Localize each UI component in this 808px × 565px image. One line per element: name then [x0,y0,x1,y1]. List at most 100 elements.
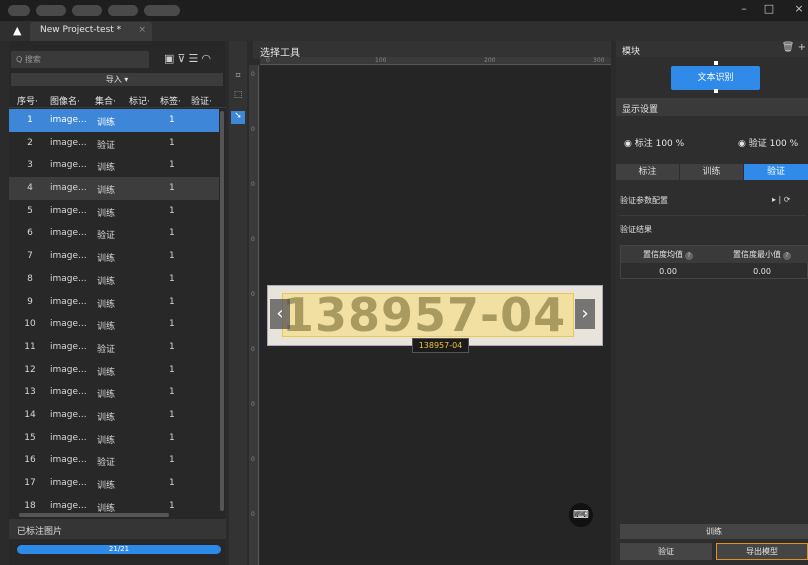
table-row[interactable]: 3 image... 训练 1 [9,154,219,177]
project-tab[interactable]: New Project-test * × [30,22,152,41]
col-label[interactable]: 标签· [160,94,181,107]
ruler-tick: 300 [593,57,605,64]
annotation-visibility[interactable]: ◉ 标注 100 % [624,136,684,149]
export-model-button[interactable]: 导出模型 [716,543,808,560]
verify-visibility[interactable]: ◉ 验证 100 % [738,136,798,149]
col-index[interactable]: 序号· [17,94,38,107]
table-row[interactable]: 6 image... 验证 1 [9,222,219,245]
vertical-scrollbar[interactable] [220,111,224,511]
eye-icon[interactable]: ◉ [624,139,632,149]
table-row[interactable]: 1 image... 训练 1 [9,109,219,132]
close-button[interactable]: × [792,2,806,15]
zoom-fit-icon[interactable]: ⌗ [231,71,245,84]
cell-set: 验证 [97,231,116,242]
labeled-progress-bar: 21/21 [17,545,221,554]
cell-name: image... [50,205,87,216]
table-row[interactable]: 17 image... 训练 1 [9,472,219,495]
table-row[interactable]: 5 image... 训练 1 [9,200,219,223]
tab-train[interactable]: 训练 [680,164,743,180]
cell-name: image... [50,387,87,398]
verify-result-label: 验证结果 [620,225,652,234]
train-button[interactable]: 训练 [620,524,808,539]
table-row[interactable]: 14 image... 训练 1 [9,404,219,427]
ruler-tick: 0 [251,291,255,298]
table-row[interactable]: 2 image... 验证 1 [9,132,219,155]
cell-tag: 1 [169,319,175,330]
verify-result-table: 置信度均值? 置信度最小值? 0.00 0.00 [620,245,808,279]
cell-name: image... [50,341,87,352]
verify-button[interactable]: 验证 [620,543,712,560]
col-verify[interactable]: 验证· [191,94,212,107]
table-row[interactable]: 4 image... 训练 1 [9,177,219,200]
home-icon[interactable]: ▲ [13,24,21,37]
table-row[interactable]: 11 image... 验证 1 [9,336,219,359]
help-icon[interactable]: ? [783,252,791,260]
col-set[interactable]: 集合· [95,94,116,107]
menu-placeholder-1[interactable] [8,5,30,16]
menu-placeholder-4[interactable] [108,5,138,16]
cell-n: 10 [24,319,36,330]
tab-close-icon[interactable]: × [138,25,146,35]
cell-set: 训练 [97,276,116,287]
add-icon[interactable]: + [798,42,806,53]
select-tool-icon[interactable]: ➘ [231,111,245,124]
menu-placeholder-3[interactable] [72,5,102,16]
tool-strip: ⌗ ⬚ ➘ [229,41,247,565]
cell-n: 4 [27,183,33,194]
filter-icon[interactable]: ⊽ [177,52,188,65]
expand-arrow-icon[interactable]: ▸ | ⟳ [772,195,791,204]
headset-icon[interactable]: ◠ [201,52,214,65]
image-canvas[interactable]: 138957-04 ‹ › 138957-04 ⌨ [260,66,611,565]
list-icon[interactable]: ☰ [188,52,201,65]
table-row[interactable]: 12 image... 训练 1 [9,359,219,382]
cell-tag: 1 [169,137,175,148]
table-row[interactable]: 7 image... 训练 1 [9,245,219,268]
list-toolbar: ▣⊽☰◠ [164,52,214,65]
image-table: 1 image... 训练 1 2 image... 验证 1 3 image... 训练 1 4 ima… [9,109,219,540]
cell-n: 16 [24,455,36,466]
table-row[interactable]: 15 image... 训练 1 [9,427,219,450]
table-row[interactable]: 10 image... 训练 1 [9,313,219,336]
delete-icon[interactable]: 🗑 [782,42,795,53]
cell-n: 1 [27,115,33,125]
table-row[interactable]: 16 image... 验证 1 [9,449,219,472]
verify-params[interactable]: 验证参数配置 ▸ | ⟳ [620,195,791,206]
cell-n: 15 [24,432,36,443]
cell-n: 13 [24,387,36,398]
table-row[interactable]: 9 image... 训练 1 [9,291,219,314]
prev-image-icon[interactable]: ‹ [270,299,290,329]
menu-placeholder-5[interactable] [144,5,180,16]
col-mark[interactable]: 标记· [129,94,150,107]
tab-annotate[interactable]: 标注 [616,164,679,180]
cell-n: 18 [24,500,36,511]
cell-n: 11 [24,341,36,352]
progress-fill: 21/21 [17,545,221,554]
table-row[interactable]: 8 image... 训练 1 [9,268,219,291]
tab-verify[interactable]: 验证 [744,164,808,180]
horizontal-scrollbar[interactable] [19,513,169,517]
table-row[interactable]: 13 image... 训练 1 [9,381,219,404]
search-input[interactable]: Q 搜索 [11,51,149,68]
text-recognition-module[interactable]: 文本识别 [671,66,760,90]
keyboard-icon[interactable]: ⌨ [569,503,593,527]
annotation-label: 138957-04 [412,338,469,353]
rect-select-icon[interactable]: ⬚ [231,90,245,103]
cell-tag: 1 [169,228,175,239]
col-image-name[interactable]: 图像名· [50,94,80,107]
annotation-box[interactable] [282,293,574,337]
ocr-image: 138957-04 ‹ › [267,285,603,346]
import-button[interactable]: 导入 ▾ [11,73,223,86]
cell-n: 6 [27,228,33,239]
ruler-tick: 0 [251,401,255,408]
eye-icon[interactable]: ◉ [738,139,746,149]
image-icon[interactable]: ▣ [164,52,177,65]
next-image-icon[interactable]: › [575,299,595,329]
module-panel: 模块 🗑 + 文本识别 显示设置 ◉ 标注 100 % ◉ 验证 100 % 标… [616,41,808,565]
cell-n: 5 [27,205,33,216]
cell-tag: 1 [169,273,175,284]
minimize-button[interactable]: – [737,2,751,15]
cell-set: 验证 [97,140,116,151]
maximize-button[interactable]: □ [762,2,776,15]
menu-placeholder-2[interactable] [36,5,66,16]
help-icon[interactable]: ? [685,252,693,260]
